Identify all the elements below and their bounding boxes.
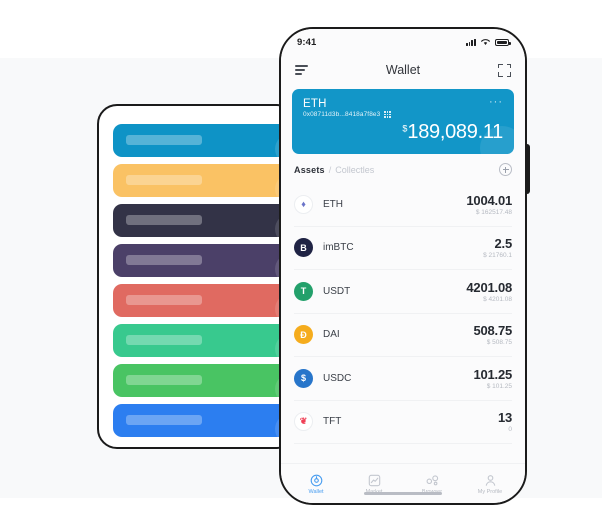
tft-token-icon: ❦ [294, 412, 313, 432]
asset-fiat-value: $ 101.25 [486, 382, 512, 390]
skeleton-placeholder-bar [126, 255, 202, 265]
skeleton-placeholder-bar [126, 135, 202, 145]
asset-row-dai[interactable]: Đ DAI 508.75 $ 508.75 [294, 314, 512, 357]
tab-assets[interactable]: Assets [294, 165, 325, 175]
wallet-address: 0x08711d3b...8418a7f8e3 [303, 111, 381, 118]
tab-my-profile[interactable]: My Profile [461, 474, 519, 496]
wallet-target-icon-wrap [310, 474, 323, 487]
asset-values: 508.75 $ 508.75 [473, 323, 512, 346]
tab-separator: / [328, 164, 332, 175]
asset-list: ♦ ETH 1004.01 $ 162517.48 BimBTC 2.5 $ 21760.1… [281, 183, 525, 463]
asset-symbol: USDT [323, 285, 351, 297]
qr-code-icon[interactable] [384, 111, 391, 118]
skeleton-card-bch: B [113, 364, 295, 397]
asset-values: 101.25 $ 101.25 [473, 367, 512, 390]
wallet-more-icon[interactable]: ··· [489, 97, 503, 108]
asset-fiat-value: $ 21760.1 [483, 252, 512, 260]
skeleton-card-ltc: L [113, 404, 295, 437]
browser-nodes-icon-wrap [426, 474, 439, 487]
skeleton-card-eos: ◈ [113, 244, 295, 277]
asset-row-tft[interactable]: ❦ TFT 13 0 [294, 401, 512, 444]
skeleton-placeholder-bar [126, 415, 202, 425]
wallet-balance-card[interactable]: ETH ··· 0x08711d3b...8418a7f8e3 $189,089… [292, 89, 514, 154]
tab-label: My Profile [477, 489, 503, 496]
cellular-signal-icon [465, 38, 476, 46]
wallet-name: ETH [303, 98, 327, 110]
asset-values: 2.5 $ 21760.1 [483, 236, 512, 259]
assets-collectibles-tabs: Assets / Collectles [281, 154, 525, 183]
asset-fiat-value: $ 508.75 [486, 339, 512, 347]
skeleton-placeholder-bar [126, 295, 202, 305]
asset-row-imbtc[interactable]: BimBTC 2.5 $ 21760.1 [294, 227, 512, 270]
wallet-address-row[interactable]: 0x08711d3b...8418a7f8e3 [303, 111, 503, 118]
wallet-card-header: ETH ··· [303, 97, 503, 111]
skeleton-placeholder-bar [126, 215, 202, 225]
phone-screen: 9:41 Wallet ETH ··· 0x08711d3b...8418a7f… [281, 29, 525, 503]
usdt-token-icon: T [294, 281, 313, 301]
asset-values: 4201.08 $ 4201.08 [466, 280, 512, 303]
asset-symbol: imBTC [323, 242, 354, 254]
skeleton-card-eth: ♦ [113, 124, 295, 157]
asset-row-usdc[interactable]: $ USDC 101.25 $ 101.25 [294, 357, 512, 401]
phone-frame: 9:41 Wallet ETH ··· 0x08711d3b...8418a7f… [279, 27, 527, 505]
asset-amount: 13 [497, 410, 512, 426]
usdc-token-icon: $ [294, 368, 313, 388]
tab-wallet[interactable]: Wallet [287, 474, 345, 496]
market-chart-icon-wrap [368, 474, 381, 487]
browser-nodes-icon [426, 475, 438, 486]
wifi-icon [481, 39, 490, 45]
skeleton-card-panel: ♦B⚛◈▷NBL [97, 104, 297, 449]
status-bar-indicators [465, 38, 511, 46]
market-chart-icon [368, 474, 380, 486]
profile-person-icon-wrap [484, 474, 497, 487]
status-bar-time: 9:41 [297, 36, 317, 48]
asset-amount: 101.25 [473, 366, 512, 382]
wallet-balance: $189,089.11 [303, 121, 503, 144]
balance-amount: 189,089.11 [407, 121, 503, 143]
asset-amount: 1004.01 [466, 192, 512, 208]
tab-collectibles[interactable]: Collectles [335, 165, 374, 175]
tab-label: Wallet [308, 489, 324, 496]
skeleton-card-trx: ▷ [113, 284, 295, 317]
skeleton-card-list: ♦B⚛◈▷NBL [113, 124, 295, 444]
asset-symbol: DAI [323, 329, 340, 341]
asset-fiat-value: $ 162517.48 [475, 208, 512, 216]
asset-symbol: ETH [323, 198, 343, 210]
asset-amount: 508.75 [473, 323, 512, 339]
dai-token-icon: Đ [294, 325, 313, 345]
profile-person-icon [485, 474, 495, 486]
wallet-target-icon [310, 474, 322, 487]
asset-fiat-value: $ 4201.08 [483, 295, 512, 303]
skeleton-card-atom: ⚛ [113, 204, 295, 237]
asset-symbol: TFT [323, 416, 342, 428]
bottom-tab-bar: WalletMarketBrowserMy Profile [281, 463, 525, 503]
asset-symbol: USDC [323, 372, 352, 384]
asset-values: 13 0 [498, 410, 512, 433]
add-plus-icon[interactable] [499, 163, 512, 176]
asset-row-eth[interactable]: ♦ ETH 1004.01 $ 162517.48 [294, 183, 512, 227]
scan-qr-icon[interactable] [498, 63, 511, 77]
asset-amount: 2.5 [494, 236, 513, 252]
skeleton-placeholder-bar [126, 175, 202, 185]
hamburger-menu-icon[interactable] [295, 65, 308, 75]
home-indicator-bar [364, 491, 442, 495]
imbtc-token-icon: B [294, 238, 313, 258]
asset-values: 1004.01 $ 162517.48 [466, 193, 512, 216]
skeleton-card-neo: N [113, 324, 295, 357]
asset-fiat-value: 0 [508, 426, 512, 434]
skeleton-placeholder-bar [126, 335, 202, 345]
eth-token-icon: ♦ [294, 194, 313, 214]
navigation-bar: Wallet [281, 55, 525, 85]
skeleton-placeholder-bar [126, 375, 202, 385]
battery-icon [495, 38, 511, 46]
status-bar: 9:41 [281, 29, 525, 55]
asset-amount: 4201.08 [466, 279, 512, 295]
page-title: Wallet [385, 63, 421, 77]
skeleton-card-btc: B [113, 164, 295, 197]
asset-row-usdt[interactable]: T USDT 4201.08 $ 4201.08 [294, 270, 512, 314]
